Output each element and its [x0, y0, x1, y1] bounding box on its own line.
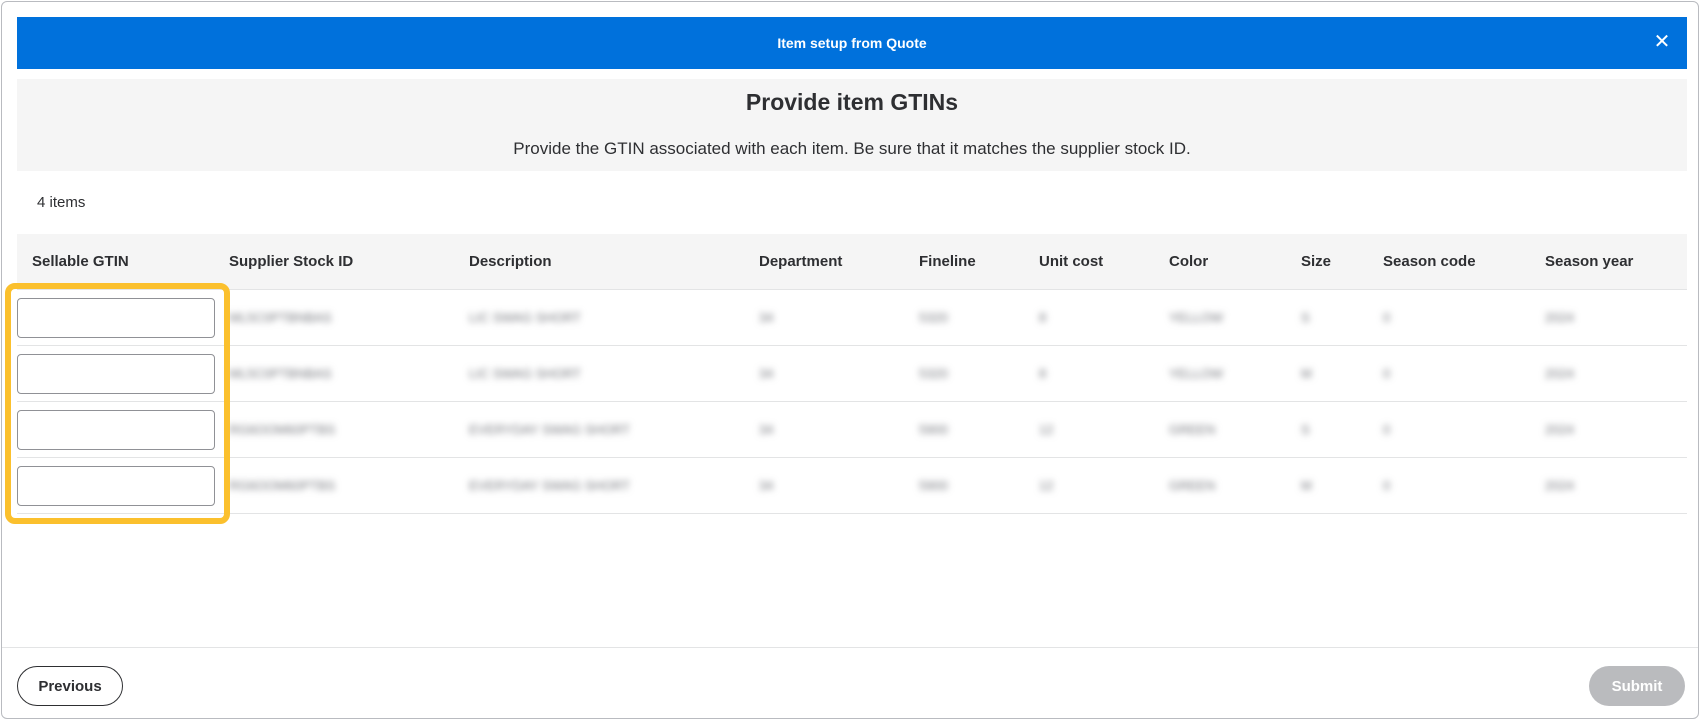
items-table: Sellable GTIN Supplier Stock ID Descript… [17, 234, 1687, 514]
column-header-size: Size [1301, 253, 1332, 270]
modal-footer: Previous Submit [2, 647, 1698, 718]
item-setup-modal: Item setup from Quote ✕ Provide item GTI… [1, 1, 1699, 719]
supplier-stock-id-cell: RG6OOM60PTBS [229, 478, 336, 493]
column-header-supplier-stock-id: Supplier Stock ID [229, 253, 354, 270]
column-header-fineline: Fineline [919, 253, 976, 270]
supplier-stock-id-cell: RG6OOM60PTBS [229, 422, 336, 437]
department-cell: 34 [759, 366, 774, 381]
table-row: ML5C0PTBNBAS LIC SWAG SHORT 34 5320 8 YE… [17, 290, 1687, 346]
page-title: Provide item GTINs [745, 89, 959, 115]
size-cell: M [1301, 366, 1312, 381]
unit-cost-cell: 12 [1039, 478, 1054, 493]
season-year-cell: 2024 [1545, 478, 1574, 493]
season-code-cell: 0 [1383, 366, 1391, 381]
department-cell: 34 [759, 310, 774, 325]
size-cell: S [1301, 422, 1310, 437]
fineline-cell: 5900 [919, 478, 948, 493]
column-header-color: Color [1169, 253, 1209, 270]
column-header-season-code: Season code [1383, 253, 1476, 270]
sellable-gtin-input[interactable] [17, 298, 215, 338]
season-code-cell: 0 [1383, 478, 1391, 493]
modal-header: Item setup from Quote ✕ [17, 17, 1687, 69]
table-row: ML5C0PTBNBAS LIC SWAG SHORT 34 5320 8 YE… [17, 346, 1687, 402]
season-year-cell: 2024 [1545, 422, 1574, 437]
color-cell: YELLOW [1169, 310, 1224, 325]
description-cell: LIC SWAG SHORT [469, 310, 581, 325]
fineline-cell: 5320 [919, 310, 948, 325]
unit-cost-cell: 8 [1039, 310, 1047, 325]
sellable-gtin-input[interactable] [17, 410, 215, 450]
close-icon[interactable]: ✕ [1651, 31, 1673, 53]
unit-cost-cell: 8 [1039, 366, 1047, 381]
submit-button[interactable]: Submit [1589, 666, 1685, 706]
description-cell: EVERYDAY SWAG SHORT [469, 478, 631, 493]
sellable-gtin-input[interactable] [17, 466, 215, 506]
column-header-unit-cost: Unit cost [1039, 253, 1104, 270]
table-row: RG6OOM60PTBS EVERYDAY SWAG SHORT 34 5900… [17, 402, 1687, 458]
size-cell: M [1301, 478, 1312, 493]
column-header-department: Department [759, 253, 843, 270]
supplier-stock-id-cell: ML5C0PTBNBAS [229, 366, 332, 381]
modal-title: Item setup from Quote [777, 35, 927, 51]
table-row: RG6OOM60PTBS EVERYDAY SWAG SHORT 34 5900… [17, 458, 1687, 514]
color-cell: GREEN [1169, 422, 1216, 437]
item-count: 4 items [37, 194, 86, 211]
column-header-season-year: Season year [1545, 253, 1634, 270]
previous-button[interactable]: Previous [17, 666, 123, 706]
department-cell: 34 [759, 422, 774, 437]
description-cell: EVERYDAY SWAG SHORT [469, 422, 631, 437]
color-cell: YELLOW [1169, 366, 1224, 381]
description-cell: LIC SWAG SHORT [469, 366, 581, 381]
season-year-cell: 2024 [1545, 366, 1574, 381]
size-cell: S [1301, 310, 1310, 325]
color-cell: GREEN [1169, 478, 1216, 493]
supplier-stock-id-cell: ML5C0PTBNBAS [229, 310, 332, 325]
column-header-description: Description [469, 253, 552, 270]
intro-panel: Provide item GTINs Provide the GTIN asso… [17, 79, 1687, 171]
season-year-cell: 2024 [1545, 310, 1574, 325]
season-code-cell: 0 [1383, 422, 1391, 437]
department-cell: 34 [759, 478, 774, 493]
season-code-cell: 0 [1383, 310, 1391, 325]
page-description: Provide the GTIN associated with each it… [513, 139, 1191, 158]
fineline-cell: 5900 [919, 422, 948, 437]
unit-cost-cell: 12 [1039, 422, 1054, 437]
column-header-sellable-gtin: Sellable GTIN [32, 253, 129, 270]
sellable-gtin-input[interactable] [17, 354, 215, 394]
fineline-cell: 5320 [919, 366, 948, 381]
table-header: Sellable GTIN Supplier Stock ID Descript… [17, 234, 1687, 290]
